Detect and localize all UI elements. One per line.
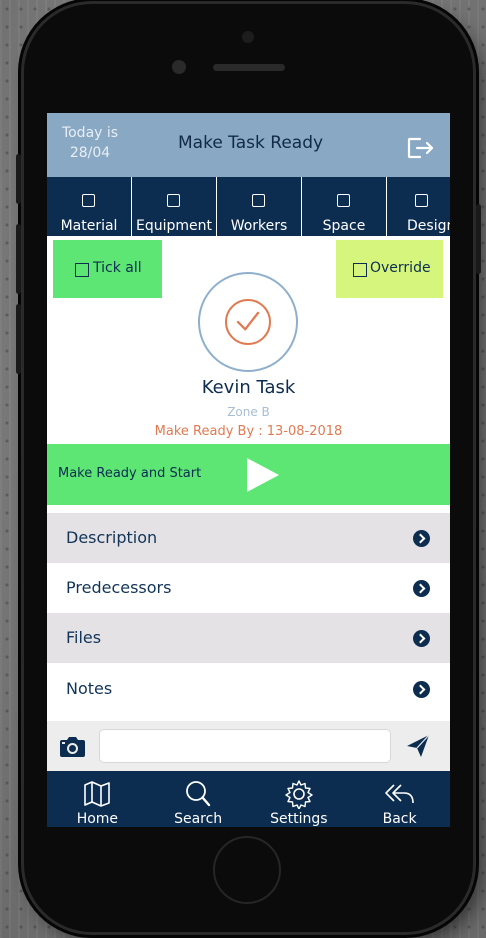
section-description[interactable]: Description: [47, 513, 450, 563]
section-notes[interactable]: Notes: [47, 664, 450, 714]
nav-settings[interactable]: Settings: [249, 771, 350, 827]
tick-all-label: Tick all: [93, 260, 142, 276]
nav-label: Search: [174, 811, 223, 827]
override-button[interactable]: Override: [336, 240, 443, 298]
category-tabs: Material Equipment Workers Space Design: [47, 177, 450, 236]
today-date: 28/04: [69, 145, 111, 161]
override-label: Override: [370, 260, 431, 276]
chevron-right-icon: [413, 580, 430, 597]
today-indicator: Today is 28/04: [59, 123, 121, 163]
mute-switch: [16, 154, 21, 204]
logout-icon[interactable]: [407, 137, 437, 159]
category-label: Equipment: [136, 218, 212, 234]
start-label: Make Ready and Start: [58, 466, 202, 481]
category-label: Material: [60, 218, 118, 234]
nav-back[interactable]: Back: [349, 771, 450, 827]
camera-icon[interactable]: [59, 736, 86, 758]
category-material[interactable]: Material: [47, 177, 132, 236]
section-label: Notes: [66, 679, 113, 698]
category-equipment[interactable]: Equipment: [132, 177, 217, 236]
tick-all-checkbox[interactable]: [75, 263, 89, 277]
checkbox[interactable]: [252, 194, 265, 207]
top-sensor: [242, 31, 254, 43]
nav-home[interactable]: Home: [47, 771, 148, 827]
chevron-right-icon: [413, 530, 430, 547]
message-input[interactable]: [99, 729, 391, 763]
nav-label: Settings: [270, 811, 328, 827]
checkbox[interactable]: [82, 194, 95, 207]
message-bar: [47, 721, 450, 771]
chevron-right-icon: [413, 681, 430, 698]
bottom-nav: Home Search Settings Back: [47, 771, 450, 827]
task-zone: Zone B: [227, 405, 270, 419]
map-icon: [84, 781, 111, 807]
ready-status-icon: [225, 299, 271, 345]
power-button: [476, 204, 481, 274]
task-name: Kevin Task: [201, 377, 296, 398]
checkbox[interactable]: [415, 194, 428, 207]
send-icon[interactable]: [405, 733, 431, 759]
app-screen: Today is 28/04 Make Task Ready Material …: [47, 113, 450, 827]
section-label: Files: [66, 628, 102, 647]
play-icon: [247, 458, 279, 492]
checkbox[interactable]: [337, 194, 350, 207]
category-design[interactable]: Design: [387, 177, 450, 236]
category-workers[interactable]: Workers: [217, 177, 302, 236]
nav-label: Home: [76, 811, 119, 827]
volume-up-button: [16, 224, 21, 294]
section-label: Predecessors: [66, 578, 172, 597]
chevron-right-icon: [413, 630, 430, 647]
nav-search[interactable]: Search: [148, 771, 249, 827]
page-title: Make Task Ready: [178, 133, 324, 153]
home-button[interactable]: [213, 836, 281, 904]
make-ready-by-date: Make Ready By : 13-08-2018: [154, 424, 343, 439]
checkbox[interactable]: [167, 194, 180, 207]
search-icon: [186, 781, 211, 807]
override-checkbox[interactable]: [353, 263, 367, 277]
header-bar: Today is 28/04 Make Task Ready: [47, 113, 450, 177]
category-label: Space: [322, 218, 366, 234]
volume-down-button: [16, 304, 21, 374]
section-files[interactable]: Files: [47, 613, 450, 663]
category-space[interactable]: Space: [302, 177, 387, 236]
section-predecessors[interactable]: Predecessors: [47, 563, 450, 613]
tick-all-button[interactable]: Tick all: [53, 240, 162, 298]
section-label: Description: [66, 528, 158, 547]
today-label: Today is: [61, 125, 119, 141]
speaker-grille: [213, 64, 285, 71]
make-ready-start-button[interactable]: Make Ready and Start: [47, 444, 450, 505]
category-label: Design: [407, 218, 450, 234]
category-label: Workers: [230, 218, 288, 234]
gear-icon: [285, 780, 313, 809]
nav-label: Back: [382, 811, 417, 827]
front-camera: [172, 60, 186, 74]
reply-all-icon: [384, 784, 414, 804]
